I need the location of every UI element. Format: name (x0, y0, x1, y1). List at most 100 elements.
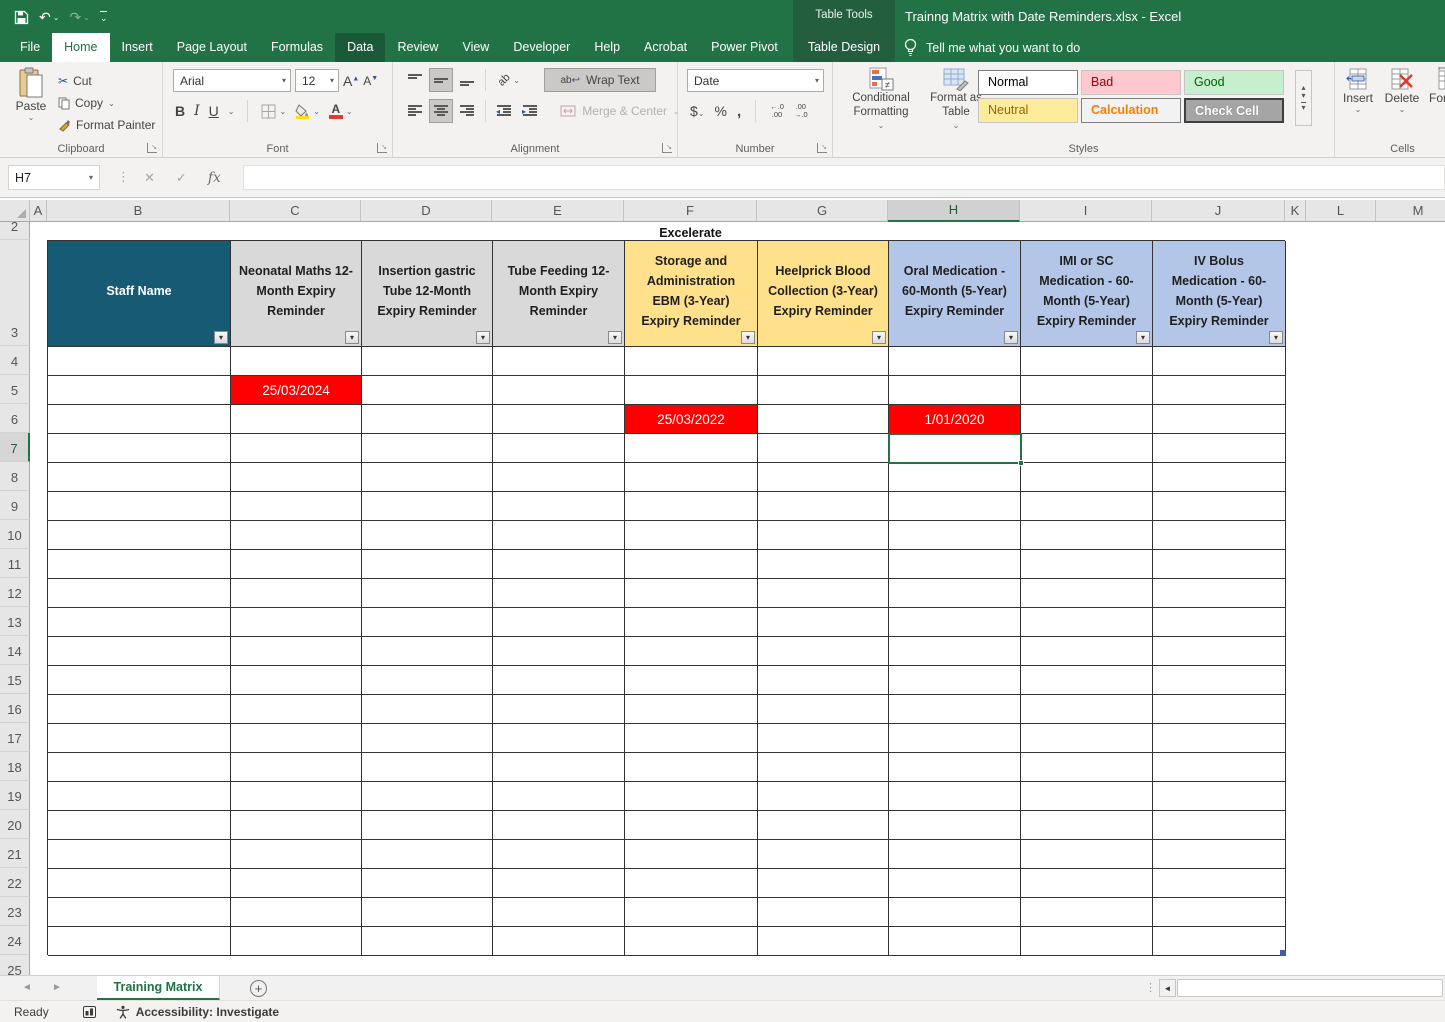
cell-F10[interactable] (625, 521, 758, 550)
cell-G12[interactable] (758, 579, 889, 608)
ribbon-tab-developer[interactable]: Developer (501, 33, 582, 62)
row-header-24[interactable]: 24 (0, 926, 30, 955)
ribbon-tab-table-design[interactable]: Table Design (793, 33, 895, 62)
cell-C7[interactable] (231, 434, 362, 463)
cell-G9[interactable] (758, 492, 889, 521)
cell-E13[interactable] (493, 608, 625, 637)
filter-dropdown-icon[interactable]: ▾ (608, 331, 622, 344)
cell-H23[interactable] (889, 898, 1021, 927)
cell-D13[interactable] (362, 608, 493, 637)
column-header-D[interactable]: D (361, 200, 492, 221)
cell-C18[interactable] (231, 753, 362, 782)
cell-D14[interactable] (362, 637, 493, 666)
cell-F11[interactable] (625, 550, 758, 579)
cell-G6[interactable] (758, 405, 889, 434)
fill-color-button[interactable]: ⌄ (295, 104, 320, 119)
row-header-5[interactable]: 5 (0, 375, 30, 404)
cell-F22[interactable] (625, 869, 758, 898)
cell-B6[interactable] (48, 405, 231, 434)
cell-B19[interactable] (48, 782, 231, 811)
cell-style-bad[interactable]: Bad (1081, 70, 1181, 95)
cell-G14[interactable] (758, 637, 889, 666)
align-right-button[interactable] (455, 99, 479, 123)
cell-B5[interactable] (48, 376, 231, 405)
cell-D5[interactable] (362, 376, 493, 405)
cell-E11[interactable] (493, 550, 625, 579)
row-header-18[interactable]: 18 (0, 752, 30, 781)
cancel-icon[interactable]: ✕ (144, 170, 155, 186)
ribbon-tab-power-pivot[interactable]: Power Pivot (699, 33, 790, 62)
cell-D9[interactable] (362, 492, 493, 521)
align-middle-button[interactable] (429, 68, 453, 92)
ribbon-tab-help[interactable]: Help (582, 33, 632, 62)
number-format-combo[interactable]: Date▾ (687, 69, 824, 92)
cell-G20[interactable] (758, 811, 889, 840)
cell-C15[interactable] (231, 666, 362, 695)
hscroll-thumb[interactable] (1177, 979, 1443, 997)
row-header-13[interactable]: 13 (0, 607, 30, 636)
cell-F9[interactable] (625, 492, 758, 521)
cell-E12[interactable] (493, 579, 625, 608)
cell-J17[interactable] (1153, 724, 1286, 753)
filter-dropdown-icon[interactable]: ▾ (741, 331, 755, 344)
cell-E9[interactable] (493, 492, 625, 521)
cell-B4[interactable] (48, 347, 231, 376)
column-header-G[interactable]: G (757, 200, 888, 221)
cell-G17[interactable] (758, 724, 889, 753)
cell-I7[interactable] (1021, 434, 1153, 463)
tell-me-box[interactable]: Tell me what you want to do (903, 33, 1080, 62)
font-size-combo[interactable]: 12▾ (295, 69, 339, 92)
cell-B20[interactable] (48, 811, 231, 840)
format-painter-button[interactable]: Format Painter (58, 114, 155, 136)
merge-center-button[interactable]: Merge & Center ⌄ (550, 99, 690, 123)
redo-button[interactable]: ↷⌄ (69, 9, 89, 26)
cell-D21[interactable] (362, 840, 493, 869)
italic-button[interactable]: I (194, 103, 200, 119)
cell-J5[interactable] (1153, 376, 1286, 405)
cell-F8[interactable] (625, 463, 758, 492)
cell-H22[interactable] (889, 869, 1021, 898)
save-icon[interactable] (14, 10, 29, 25)
cell-D6[interactable] (362, 405, 493, 434)
copy-dropdown-icon[interactable]: ⌄ (108, 99, 115, 108)
cell-D20[interactable] (362, 811, 493, 840)
table-header-imi-or-sc-medication-60-month-5-year-expiry-reminder[interactable]: IMI or SC Medication - 60-Month (5-Year)… (1021, 241, 1153, 347)
cell-D17[interactable] (362, 724, 493, 753)
cell-B11[interactable] (48, 550, 231, 579)
filter-dropdown-icon[interactable]: ▾ (1269, 331, 1283, 344)
bold-button[interactable]: B (175, 103, 185, 119)
cell-J4[interactable] (1153, 347, 1286, 376)
cell-J18[interactable] (1153, 753, 1286, 782)
cell-E14[interactable] (493, 637, 625, 666)
cell-C24[interactable] (231, 927, 362, 956)
cut-button[interactable]: ✂Cut (58, 70, 155, 92)
cell-H21[interactable] (889, 840, 1021, 869)
cell-E23[interactable] (493, 898, 625, 927)
cell-C11[interactable] (231, 550, 362, 579)
column-header-M[interactable]: M (1376, 200, 1445, 221)
row-header-9[interactable]: 9 (0, 491, 30, 520)
cell-H10[interactable] (889, 521, 1021, 550)
cell-F4[interactable] (625, 347, 758, 376)
cell-G21[interactable] (758, 840, 889, 869)
cell-D12[interactable] (362, 579, 493, 608)
cell-E10[interactable] (493, 521, 625, 550)
cell-E20[interactable] (493, 811, 625, 840)
cell-E5[interactable] (493, 376, 625, 405)
cell-B14[interactable] (48, 637, 231, 666)
cell-I23[interactable] (1021, 898, 1153, 927)
row-header-16[interactable]: 16 (0, 694, 30, 723)
table-header-storage-and-administration-ebm-3-year-expiry-reminder[interactable]: Storage and Administration EBM (3-Year) … (625, 241, 758, 347)
cell-E4[interactable] (493, 347, 625, 376)
cell-J23[interactable] (1153, 898, 1286, 927)
ribbon-tab-acrobat[interactable]: Acrobat (632, 33, 699, 62)
filter-dropdown-icon[interactable]: ▾ (214, 331, 228, 344)
cell-D15[interactable] (362, 666, 493, 695)
ribbon-tab-home[interactable]: Home (52, 33, 109, 62)
cell-C16[interactable] (231, 695, 362, 724)
cell-F12[interactable] (625, 579, 758, 608)
undo-button[interactable]: ↶⌄ (39, 9, 59, 26)
cell-I12[interactable] (1021, 579, 1153, 608)
row-header-23[interactable]: 23 (0, 897, 30, 926)
cell-E21[interactable] (493, 840, 625, 869)
